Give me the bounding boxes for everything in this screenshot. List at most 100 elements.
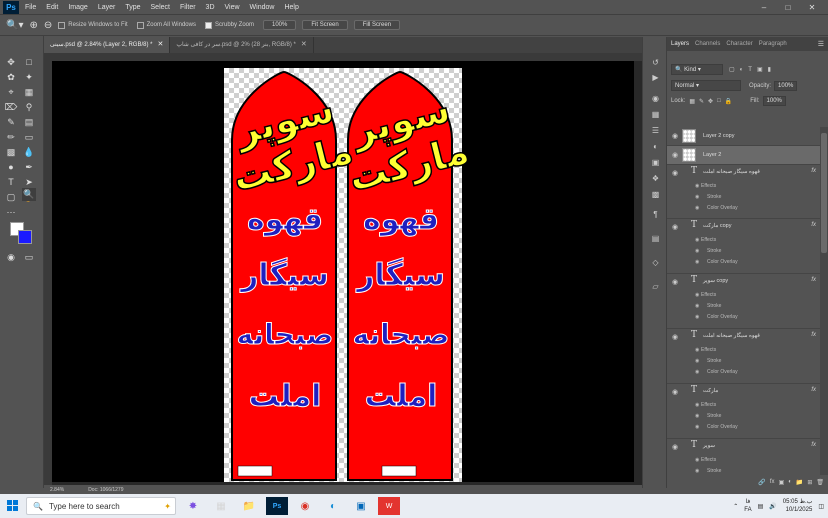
brush-settings-icon[interactable]: ❖: [650, 173, 661, 184]
ruler-vertical[interactable]: [44, 53, 52, 485]
layer-row[interactable]: ◉ Layer 2 copy: [667, 127, 820, 146]
menu-type[interactable]: Type: [125, 4, 140, 11]
fx-icon[interactable]: fx: [811, 168, 816, 174]
chevron-up-icon[interactable]: ⌃: [733, 503, 738, 510]
copilot-sparkle-icon[interactable]: ✦: [164, 502, 171, 511]
eye-icon[interactable]: ◉: [672, 333, 678, 341]
more-tools-icon[interactable]: ⋯: [4, 206, 18, 219]
clone-source-icon[interactable]: ▩: [650, 189, 661, 200]
layer-row[interactable]: ◉ T قهوه سیگار صبحانه املت fx ◉ Effects …: [667, 165, 820, 219]
actions-panel-icon[interactable]: ▶: [650, 72, 661, 83]
zoom-tool-active-icon[interactable]: 🔍: [22, 188, 36, 201]
new-group-icon[interactable]: 📁: [796, 479, 803, 488]
filter-type-icon[interactable]: T: [748, 67, 752, 73]
eye-icon[interactable]: ◉: [695, 369, 699, 375]
file-explorer-icon[interactable]: 📁: [238, 497, 260, 515]
background-color-swatch[interactable]: [18, 230, 32, 244]
menu-view[interactable]: View: [225, 4, 240, 11]
channels-panel-icon[interactable]: ▤: [650, 233, 661, 244]
zoom-100-button[interactable]: 100%: [263, 20, 297, 30]
lang-indicator[interactable]: فا FA: [744, 498, 751, 514]
menu-layer[interactable]: Layer: [98, 4, 116, 11]
fx-icon[interactable]: fx: [811, 277, 816, 283]
taskbar-search[interactable]: 🔍 Type here to search ✦: [26, 497, 176, 515]
chrome-icon[interactable]: ◉: [294, 497, 316, 515]
eye-icon[interactable]: ◉: [695, 468, 699, 474]
panel-menu-icon[interactable]: ☰: [818, 40, 824, 48]
lock-artboard-icon[interactable]: □: [717, 98, 721, 104]
delete-layer-icon[interactable]: 🗑: [816, 479, 824, 488]
zoom-in-icon[interactable]: ⊕: [29, 20, 37, 31]
eye-icon[interactable]: ◉: [695, 259, 699, 265]
swatches-panel-icon[interactable]: ▦: [650, 109, 661, 120]
layer-row[interactable]: ◉ T مارکت copy fx ◉ Effects ◉ Stroke ◉ C…: [667, 219, 820, 274]
type-tool-icon[interactable]: T: [4, 176, 18, 189]
menu-3d[interactable]: 3D: [206, 4, 215, 11]
paths-panel-icon[interactable]: ◇: [650, 257, 661, 268]
eye-icon[interactable]: ◉: [695, 303, 699, 309]
rectangle-tool-icon[interactable]: ▢: [4, 191, 18, 204]
scrubby-zoom-checkbox[interactable]: Scrubby Zoom: [204, 21, 254, 29]
tab-character[interactable]: Character: [726, 41, 752, 47]
eyedropper-icon[interactable]: ⌦: [4, 101, 18, 114]
eye-icon[interactable]: ◉: [695, 424, 699, 430]
notifications-icon[interactable]: ◫: [818, 503, 824, 510]
eye-icon[interactable]: ◉: [695, 292, 699, 298]
eye-icon[interactable]: ◉: [672, 443, 678, 451]
color-panel-icon[interactable]: ◉: [650, 93, 661, 104]
adjustments-panel-icon[interactable]: ◐: [650, 141, 661, 152]
frame-tool-icon[interactable]: ▦: [22, 86, 36, 99]
menu-filter[interactable]: Filter: [180, 4, 196, 11]
eye-icon[interactable]: ◉: [672, 132, 678, 140]
eye-icon[interactable]: ◉: [695, 358, 699, 364]
paragraph-styles-icon[interactable]: ¶: [650, 209, 661, 220]
eye-icon[interactable]: ◉: [672, 388, 678, 396]
lock-transparent-icon[interactable]: ▦: [689, 98, 695, 105]
properties-panel-icon[interactable]: ☰: [650, 125, 661, 136]
close-icon[interactable]: ✕: [301, 37, 307, 53]
spot-healing-icon[interactable]: ⚲: [22, 101, 36, 114]
stamp-tool-icon[interactable]: ▤: [22, 116, 36, 129]
brush-tool-icon[interactable]: ✎: [4, 116, 18, 129]
photoshop-taskbar-icon[interactable]: Ps: [266, 497, 288, 515]
fill-input[interactable]: 100%: [762, 96, 786, 106]
fx-icon[interactable]: fx: [811, 387, 816, 393]
eraser-tool-icon[interactable]: ▭: [22, 131, 36, 144]
lock-all-icon[interactable]: 🔒: [725, 98, 732, 105]
eye-icon[interactable]: ◉: [672, 169, 678, 177]
minimize-icon[interactable]: –: [752, 3, 776, 12]
history-panel-icon[interactable]: ↺: [650, 57, 661, 68]
layer-row[interactable]: ◉ T سوپر fx ◉ Effects ◉ Stroke: [667, 439, 820, 475]
menu-file[interactable]: File: [25, 4, 36, 11]
scrollbar-thumb[interactable]: [821, 133, 827, 253]
menu-window[interactable]: Window: [250, 4, 275, 11]
gradient-tool-icon[interactable]: ▩: [4, 146, 18, 159]
history-brush-icon[interactable]: ✏: [4, 131, 18, 144]
layer-row[interactable]: ◉ T قهوه سیگار صبحانه املت fx ◉ Effects …: [667, 329, 820, 384]
tab-paragraph[interactable]: Paragraph: [759, 41, 787, 47]
filter-shape-icon[interactable]: ▣: [757, 66, 763, 73]
zoom-out-icon[interactable]: ⊖: [44, 20, 52, 31]
fill-screen-button[interactable]: Fill Screen: [353, 20, 401, 30]
layer-row[interactable]: ◉ T سوپر copy fx ◉ Effects ◉ Stroke ◉ Co…: [667, 274, 820, 329]
kind-filter-select[interactable]: 🔍 Kind ▾: [671, 64, 723, 75]
link-layers-icon[interactable]: 🔗: [758, 479, 765, 488]
network-icon[interactable]: ▤: [758, 503, 764, 510]
menu-image[interactable]: Image: [68, 4, 87, 11]
menu-select[interactable]: Select: [151, 4, 170, 11]
artboard[interactable]: سوپر مارکت قهوه سیگار صبحانه املت سوپر م…: [224, 68, 474, 482]
tab-channels[interactable]: Channels: [695, 41, 720, 47]
fx-icon[interactable]: fx: [811, 332, 816, 338]
styles-panel-icon[interactable]: ▣: [650, 157, 661, 168]
photoshop-logo[interactable]: Ps: [3, 0, 19, 14]
screen-mode-icon[interactable]: ▭: [22, 251, 36, 264]
blend-mode-select[interactable]: Normal ▾: [671, 80, 741, 91]
eye-icon[interactable]: ◉: [695, 347, 699, 353]
dodge-tool-icon[interactable]: ●: [4, 161, 18, 174]
eye-icon[interactable]: ◉: [695, 413, 699, 419]
artboard-tool-icon[interactable]: □: [22, 56, 36, 69]
layer-row[interactable]: ◉ T مارکت fx ◉ Effects ◉ Stroke ◉ Color …: [667, 384, 820, 439]
copilot-icon[interactable]: ✸: [182, 497, 204, 515]
opacity-input[interactable]: 100%: [774, 80, 798, 91]
filter-adjust-icon[interactable]: ◐: [740, 67, 744, 73]
